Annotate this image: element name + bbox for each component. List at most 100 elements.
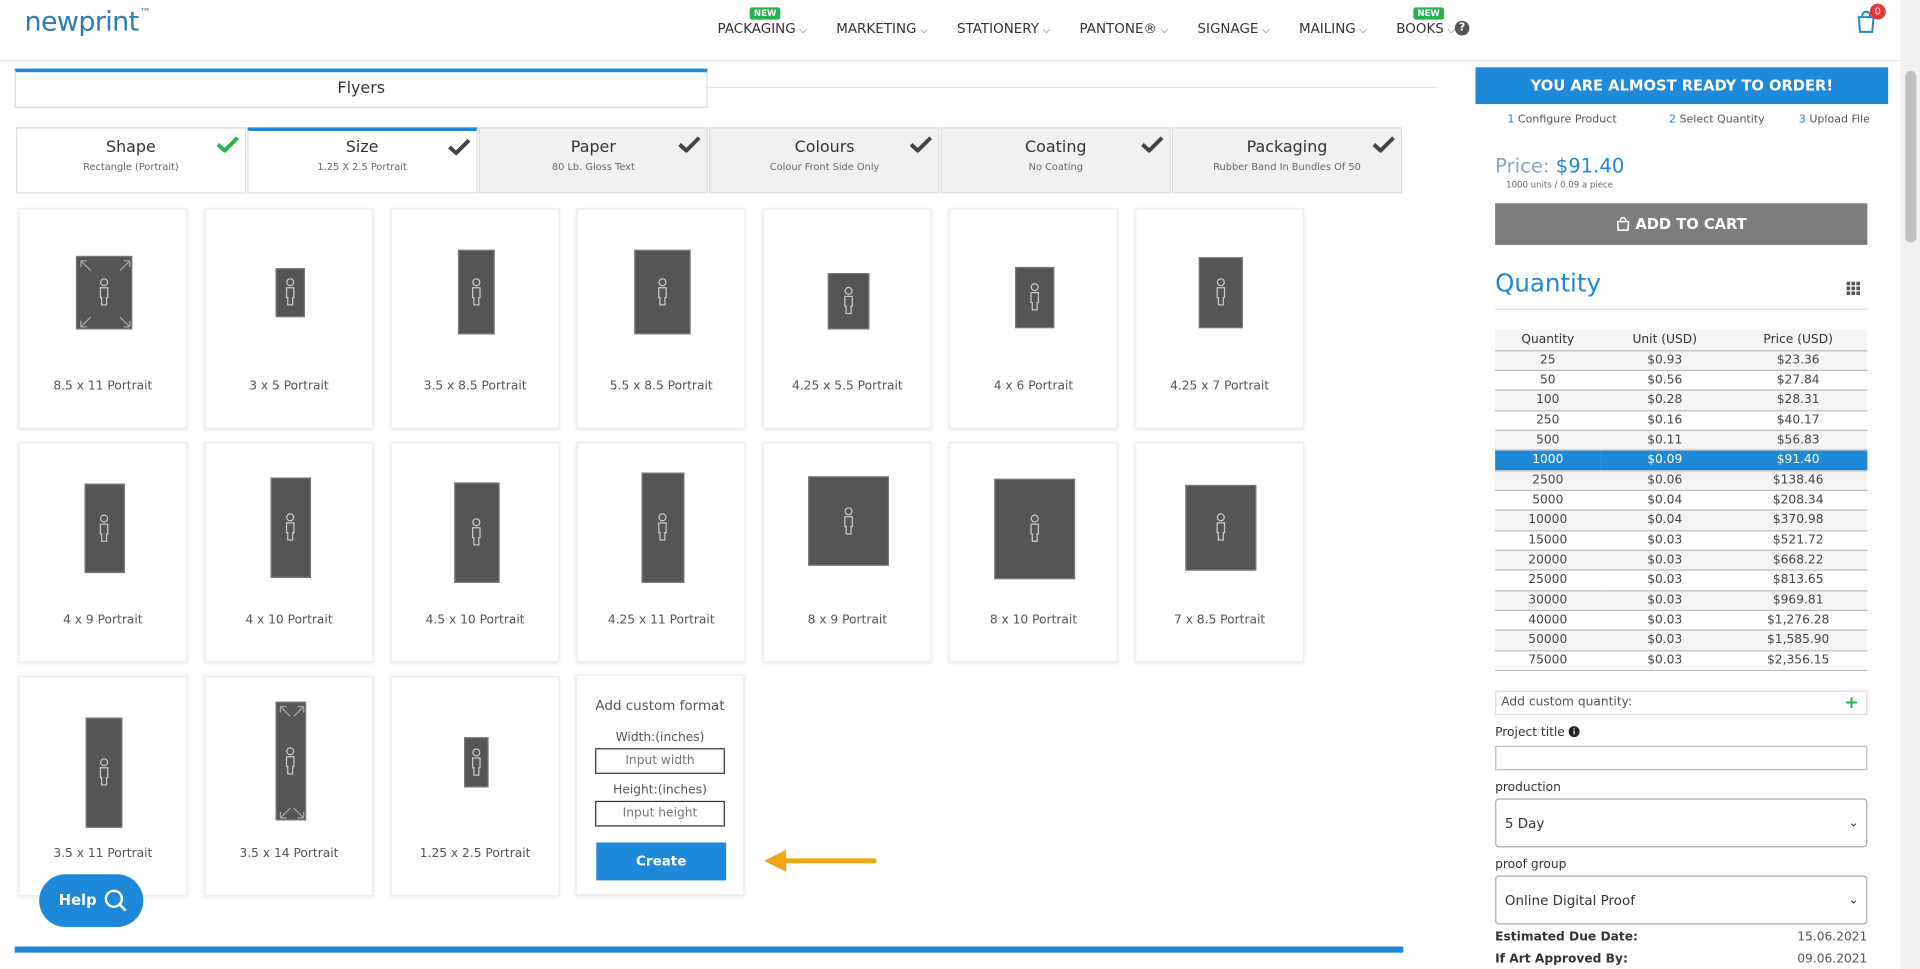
table-row[interactable]: 25 $0.93 $23.36 [1495, 350, 1868, 371]
order-step-upload[interactable]: 3 Upload File [1799, 114, 1870, 126]
table-row[interactable]: 15000 $0.03 $521.72 [1495, 530, 1868, 551]
product-tab-flyers[interactable]: Flyers [14, 68, 708, 108]
qty-cell: 20000 [1495, 550, 1601, 571]
person-icon [1030, 514, 1039, 542]
step-value: Rubber Band In Bundles Of 50 [1213, 161, 1361, 173]
help-question-icon[interactable]: ? [1454, 20, 1470, 36]
table-row[interactable]: 50 $0.56 $27.84 [1495, 370, 1868, 391]
step-title: Packaging [1246, 138, 1328, 157]
step-coating[interactable]: Coating No Coating [940, 127, 1171, 194]
step-colours[interactable]: Colours Colour Front Side Only [709, 127, 940, 194]
table-row[interactable]: 250 $0.16 $40.17 [1495, 410, 1868, 431]
section-divider [14, 946, 1404, 953]
table-row[interactable]: 25000 $0.03 $813.65 [1495, 570, 1868, 591]
col-unit: Unit (USD) [1600, 329, 1729, 351]
price-value: $91.40 [1555, 154, 1625, 178]
size-option-card[interactable]: 4.25 x 5.5 Portrait [762, 208, 932, 429]
size-label: 4 x 9 Portrait [63, 613, 143, 627]
table-row[interactable]: 30000 $0.03 $969.81 [1495, 590, 1868, 612]
size-preview [85, 717, 123, 828]
grid-view-icon[interactable] [1846, 281, 1861, 296]
step-size[interactable]: Size 1.25 X 2.5 Portrait [247, 127, 478, 194]
price-cell: $56.83 [1728, 430, 1868, 451]
size-preview [641, 472, 684, 583]
custom-quantity-field[interactable]: Add custom quantity: + [1495, 690, 1868, 716]
size-label: 1.25 x 2.5 Portrait [419, 847, 531, 861]
size-option-card[interactable]: 4 x 9 Portrait [18, 442, 188, 663]
size-option-card[interactable]: 4.25 x 11 Portrait [576, 442, 746, 663]
table-row[interactable]: 75000 $0.03 $2,356.15 [1495, 650, 1868, 672]
size-option-card[interactable]: 4 x 10 Portrait [204, 442, 374, 663]
production-value: 5 Day [1504, 815, 1545, 832]
help-button[interactable]: Help [39, 874, 144, 927]
size-option-card[interactable]: 1.25 x 2.5 Portrait [390, 675, 560, 897]
proof-group-select[interactable]: Online Digital Proof ⌄ [1495, 875, 1868, 925]
size-option-card[interactable]: 4.5 x 10 Portrait [390, 442, 560, 663]
new-badge: NEW [750, 7, 781, 20]
page-scrollbar[interactable] [1900, 0, 1920, 969]
add-to-cart-button[interactable]: ADD TO CART [1495, 203, 1868, 245]
table-row[interactable]: 5000 $0.04 $208.34 [1495, 490, 1868, 511]
person-icon [658, 513, 667, 541]
table-row[interactable]: 500 $0.11 $56.83 [1495, 430, 1868, 451]
nav-label: MAILING [1298, 20, 1356, 37]
price-cell: $28.31 [1728, 390, 1868, 411]
production-select[interactable]: 5 Day ⌄ [1495, 798, 1868, 848]
table-row[interactable]: 1000 $0.09 $91.40 [1495, 450, 1868, 471]
create-button[interactable]: Create [596, 842, 727, 881]
nav-label: PACKAGING [717, 20, 796, 37]
order-step-configure[interactable]: 1 Configure Product [1507, 114, 1616, 126]
size-option-card[interactable]: 3 x 5 Portrait [204, 208, 374, 429]
size-preview [83, 483, 125, 574]
qty-cell: 75000 [1495, 650, 1601, 672]
table-row[interactable]: 40000 $0.03 $1,276.28 [1495, 610, 1868, 632]
step-shape[interactable]: Shape Rectangle (Portrait) [15, 127, 246, 194]
size-preview [457, 249, 495, 335]
size-option-card[interactable]: 7 x 8.5 Portrait [1135, 442, 1305, 663]
nav-item[interactable]: PACKAGING ⌵ NEW [717, 7, 807, 41]
height-input[interactable] [595, 800, 725, 827]
scrollbar-thumb[interactable] [1905, 71, 1917, 243]
nav-item[interactable]: SIGNAGE ⌵ [1197, 21, 1269, 41]
table-row[interactable]: 2500 $0.06 $138.46 [1495, 470, 1868, 491]
order-step-quantity[interactable]: 2 Select Quantity [1669, 114, 1765, 126]
size-option-card[interactable]: 4.25 x 7 Portrait [1135, 208, 1305, 429]
size-label: 3 x 5 Portrait [249, 379, 329, 394]
nav-item[interactable]: MAILING ⌵ [1299, 21, 1367, 41]
size-option-card[interactable]: 8 x 10 Portrait [948, 442, 1118, 663]
nav-item[interactable]: BOOKS ⌵ NEW [1396, 7, 1455, 41]
price-cell: $208.34 [1728, 490, 1868, 511]
size-option-card[interactable]: 3.5 x 14 Portrait [204, 675, 374, 897]
step-paper[interactable]: Paper 80 Lb. Gloss Text [478, 127, 709, 194]
size-label: 4.25 x 5.5 Portrait [792, 379, 903, 394]
step-packaging[interactable]: Packaging Rubber Band In Bundles Of 50 [1172, 127, 1403, 194]
plus-icon[interactable]: + [1844, 692, 1858, 714]
table-row[interactable]: 50000 $0.03 $1,585.90 [1495, 630, 1868, 652]
table-row[interactable]: 100 $0.28 $28.31 [1495, 390, 1868, 411]
unit-cell: $0.03 [1600, 630, 1729, 652]
price: Price: $91.40 [1495, 154, 1624, 177]
size-option-card[interactable]: 5.5 x 8.5 Portrait [576, 208, 746, 429]
logo[interactable]: newprint™ [24, 7, 150, 38]
order-steps: 1 Configure Product 2 Select Quantity 3 … [1476, 104, 1889, 131]
nav-item[interactable]: MARKETING ⌵ [836, 21, 927, 41]
nav-item[interactable]: PANTONE® ⌵ [1080, 21, 1169, 41]
table-row[interactable]: 10000 $0.04 $370.98 [1495, 510, 1868, 531]
size-label: 3.5 x 11 Portrait [53, 847, 153, 861]
project-title-input[interactable] [1495, 745, 1868, 771]
size-option-card[interactable]: 8 x 9 Portrait [762, 442, 932, 663]
price-cell: $23.36 [1728, 350, 1868, 371]
unit-cell: $0.09 [1600, 450, 1729, 471]
arrow-left-icon [764, 849, 877, 872]
size-option-card[interactable]: 3.5 x 11 Portrait [18, 675, 188, 897]
width-input[interactable] [595, 748, 725, 774]
size-option-card[interactable]: 3.5 x 8.5 Portrait [390, 208, 560, 429]
size-label: 4 x 10 Portrait [245, 613, 333, 627]
new-badge: NEW [1413, 7, 1444, 20]
table-row[interactable]: 20000 $0.03 $668.22 [1495, 550, 1868, 571]
nav-item[interactable]: STATIONERY ⌵ [957, 21, 1050, 41]
step-title: Colours [794, 138, 855, 157]
size-option-card[interactable]: 8.5 x 11 Portrait [18, 208, 188, 429]
size-option-card[interactable]: 4 x 6 Portrait [948, 208, 1118, 429]
logo-text: newprint [24, 7, 139, 38]
